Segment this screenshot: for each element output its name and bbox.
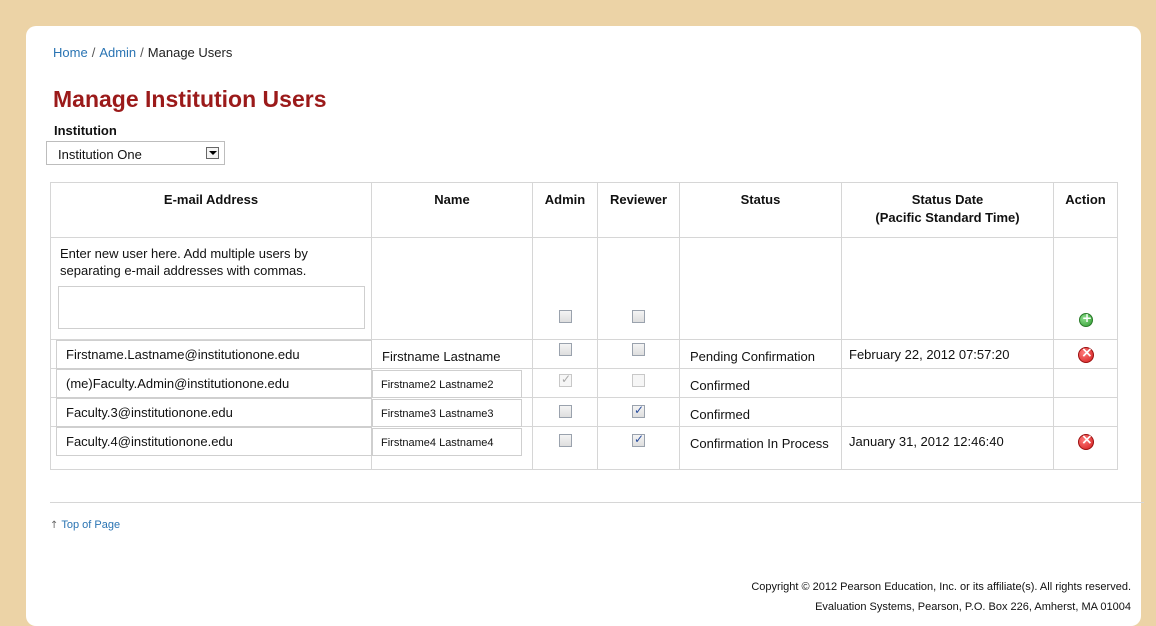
reviewer-cell [597, 426, 680, 470]
header-admin: Admin [532, 182, 598, 238]
new-user-action-cell [1053, 237, 1118, 340]
add-user-icon[interactable] [1079, 311, 1093, 327]
status-value: Pending Confirmation [690, 349, 816, 364]
header-status-date: Status Date (Pacific Standard Time) [841, 182, 1054, 238]
name-value: Firstname Lastname [382, 349, 501, 364]
reviewer-checkbox[interactable] [632, 432, 645, 447]
new-user-admin-cell [532, 237, 598, 340]
email-field[interactable]: Firstname.Lastname@institutionone.edu [56, 340, 372, 369]
status-cell: Confirmed [679, 397, 842, 427]
status-date-value: January 31, 2012 12:46:40 [849, 434, 1004, 449]
header-action: Action [1053, 182, 1118, 238]
top-of-page-link[interactable]: ↑ Top of Page [50, 519, 120, 531]
reviewer-checkbox[interactable] [632, 403, 645, 418]
action-cell [1053, 339, 1118, 369]
email-field[interactable]: Faculty.3@institutionone.edu [56, 398, 372, 427]
header-status-date-line1: Status Date [911, 192, 984, 207]
new-user-email-input[interactable] [58, 286, 365, 329]
reviewer-checkbox [632, 374, 645, 387]
breadcrumb: Home / Admin / Manage Users [53, 45, 232, 60]
email-field[interactable]: (me)Faculty.Admin@institutionone.edu [56, 369, 372, 398]
divider [50, 502, 1144, 503]
institution-label: Institution [54, 123, 117, 138]
name-cell: Firstname4 Lastname4 [371, 426, 533, 470]
reviewer-checkbox[interactable] [632, 343, 645, 356]
content-panel: Home / Admin / Manage Users Manage Instituti… [26, 26, 1144, 626]
name-field[interactable]: Firstname3 Lastname3 [372, 399, 522, 427]
breadcrumb-home-link[interactable]: Home [53, 45, 88, 60]
email-cell: Faculty.3@institutionone.edu [50, 397, 372, 427]
new-user-row: Enter new user here. Add multiple users … [50, 237, 1118, 340]
email-cell: Firstname.Lastname@institutionone.edu [50, 339, 372, 369]
status-cell: Confirmed [679, 368, 842, 398]
table-row: (me)Faculty.Admin@institutionone.edu Fir… [50, 368, 1118, 398]
status-date-cell: February 22, 2012 07:57:20 [841, 339, 1054, 369]
admin-cell [532, 397, 598, 427]
delete-user-icon[interactable] [1078, 345, 1094, 363]
action-cell [1053, 397, 1118, 427]
header-email: E-mail Address [50, 182, 372, 238]
table-header-row: E-mail Address Name Admin Reviewer Statu… [50, 182, 1118, 238]
name-cell: Firstname3 Lastname3 [371, 397, 533, 427]
header-status: Status [679, 182, 842, 238]
status-date-cell [841, 368, 1054, 398]
status-cell: Confirmation In Process [679, 426, 842, 470]
breadcrumb-current: Manage Users [147, 45, 233, 60]
action-cell [1053, 426, 1118, 470]
admin-cell [532, 426, 598, 470]
status-cell: Pending Confirmation [679, 339, 842, 369]
copyright-line1: Copyright © 2012 Pearson Education, Inc.… [751, 581, 1131, 593]
table-row: Faculty.4@institutionone.edu Firstname4 … [50, 426, 1118, 470]
chevron-down-icon[interactable] [206, 147, 219, 159]
reviewer-cell [597, 368, 680, 398]
table-row: Faculty.3@institutionone.edu Firstname3 … [50, 397, 1118, 427]
new-user-status-cell [679, 237, 842, 340]
institution-select[interactable]: Institution One [46, 141, 225, 165]
status-value: Confirmed [690, 407, 750, 422]
table-row: Firstname.Lastname@institutionone.edu Fi… [50, 339, 1118, 369]
new-user-reviewer-checkbox[interactable] [632, 310, 645, 323]
new-user-name-cell [371, 237, 533, 340]
breadcrumb-separator: / [140, 45, 144, 60]
new-user-email-cell: Enter new user here. Add multiple users … [50, 237, 372, 340]
name-field[interactable]: Firstname2 Lastname2 [372, 370, 522, 398]
new-user-date-cell [841, 237, 1054, 340]
status-date-value: February 22, 2012 07:57:20 [849, 347, 1010, 362]
admin-checkbox[interactable] [559, 343, 572, 356]
copyright: Copyright © 2012 Pearson Education, Inc.… [751, 577, 1131, 617]
action-cell [1053, 368, 1118, 398]
header-reviewer: Reviewer [597, 182, 680, 238]
users-table: E-mail Address Name Admin Reviewer Statu… [50, 182, 1118, 470]
header-name: Name [371, 182, 533, 238]
email-cell: (me)Faculty.Admin@institutionone.edu [50, 368, 372, 398]
status-value: Confirmed [690, 378, 750, 393]
breadcrumb-admin-link[interactable]: Admin [99, 45, 136, 60]
email-cell: Faculty.4@institutionone.edu [50, 426, 372, 470]
header-status-date-line2: (Pacific Standard Time) [875, 210, 1020, 225]
status-date-cell: January 31, 2012 12:46:40 [841, 426, 1054, 470]
admin-checkbox[interactable] [559, 405, 572, 418]
reviewer-cell [597, 339, 680, 369]
breadcrumb-separator: / [91, 45, 96, 60]
name-cell: Firstname2 Lastname2 [371, 368, 533, 398]
institution-selected-value: Institution One [58, 147, 142, 162]
page-title: Manage Institution Users [53, 86, 327, 112]
name-field[interactable]: Firstname4 Lastname4 [372, 428, 522, 456]
new-user-hint: Enter new user here. Add multiple users … [60, 246, 308, 278]
admin-checkbox [559, 372, 572, 387]
name-cell: Firstname Lastname [371, 339, 533, 369]
admin-checkbox[interactable] [559, 434, 572, 447]
top-of-page-label: Top of Page [61, 519, 121, 531]
admin-cell [532, 368, 598, 398]
reviewer-cell [597, 397, 680, 427]
copyright-line2: Evaluation Systems, Pearson, P.O. Box 22… [815, 601, 1131, 613]
status-date-cell [841, 397, 1054, 427]
admin-cell [532, 339, 598, 369]
new-user-admin-checkbox[interactable] [559, 310, 572, 323]
delete-user-icon[interactable] [1078, 432, 1094, 450]
new-user-reviewer-cell [597, 237, 680, 340]
arrow-up-icon: ↑ [50, 520, 59, 531]
email-field[interactable]: Faculty.4@institutionone.edu [56, 427, 372, 456]
status-value: Confirmation In Process [690, 436, 829, 451]
